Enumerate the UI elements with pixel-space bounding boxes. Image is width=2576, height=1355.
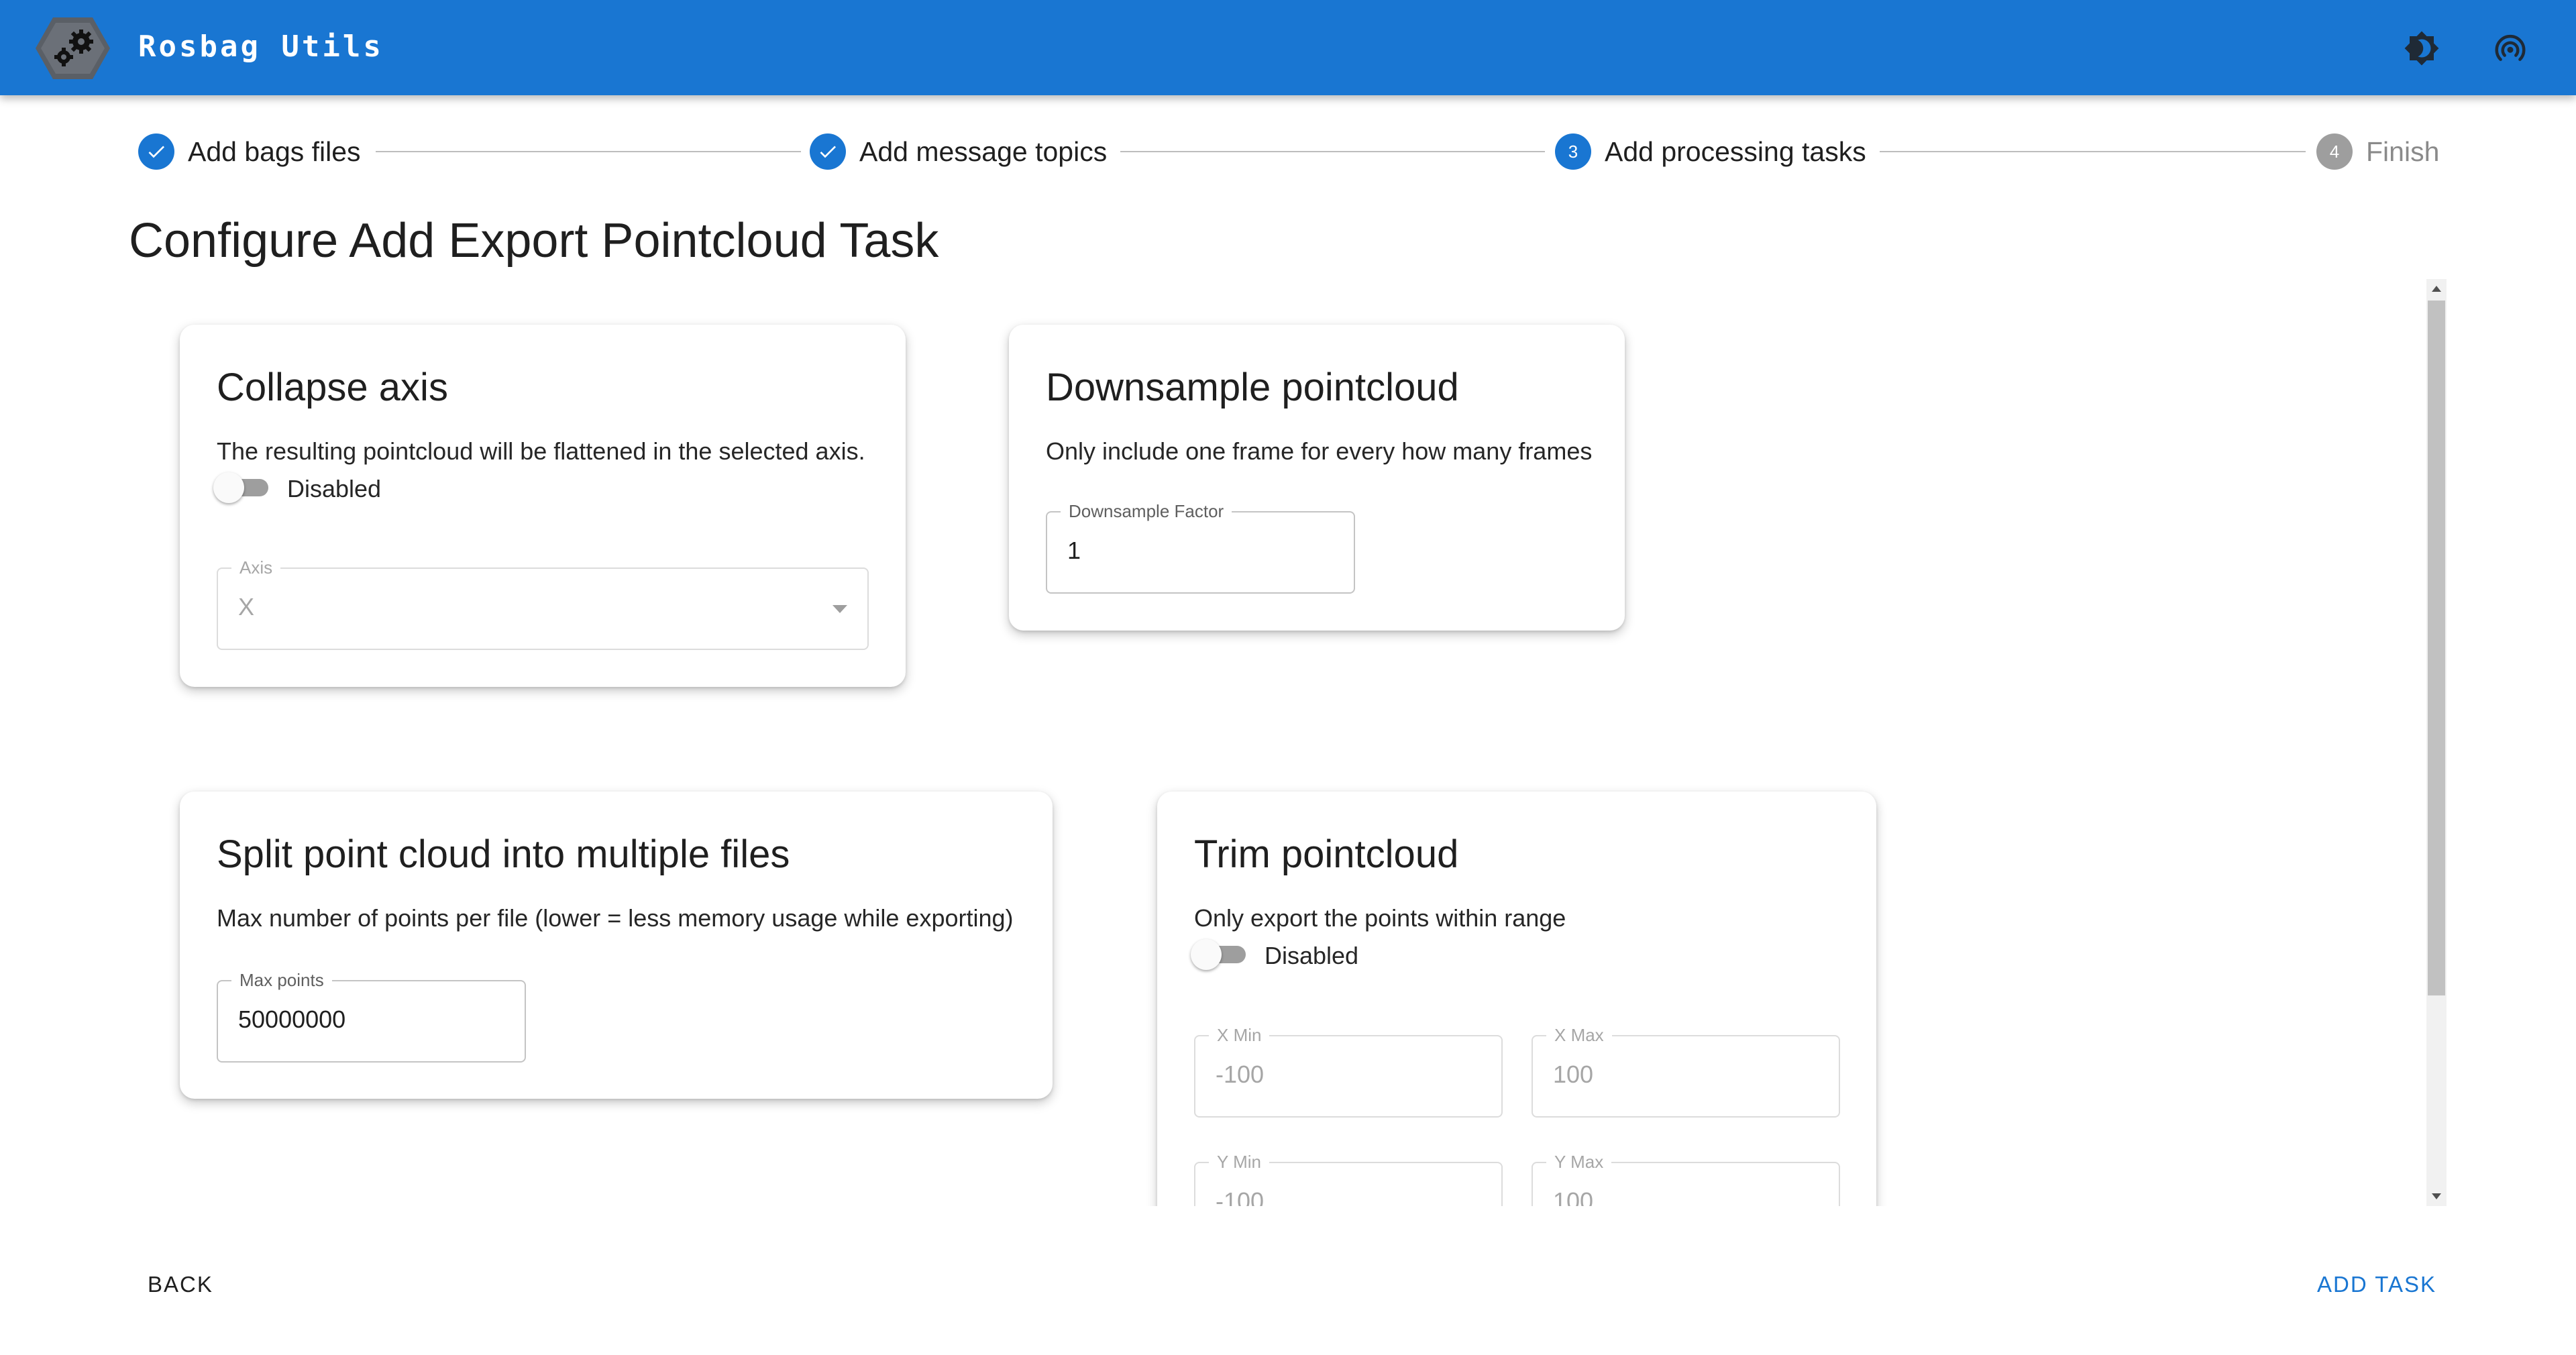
scroll-up-arrow-icon[interactable] [2432,286,2441,292]
x-min-field[interactable]: X Min [1194,1025,1503,1118]
collapse-axis-toggle[interactable] [213,470,274,504]
downsample-factor-field[interactable]: Downsample Factor [1046,501,1355,594]
step-add-bags-files: Add bags files [138,131,361,172]
step-add-processing-tasks: 3 Add processing tasks [1555,131,1866,172]
ros-connection-icon[interactable] [2491,30,2529,67]
max-points-field[interactable]: Max points [217,970,526,1063]
stepper: Add bags files Add message topics 3 Add … [138,131,2439,172]
x-max-field[interactable]: X Max [1532,1025,1840,1118]
step-number-badge: 4 [2316,133,2353,170]
scroll-down-arrow-icon[interactable] [2432,1193,2441,1199]
step-finish: 4 Finish [2316,131,2439,172]
card-title: Split point cloud into multiple files [217,832,790,876]
select-value: X [238,593,255,620]
card-title: Trim pointcloud [1194,832,1459,876]
app-bar: Rosbag Utils [0,0,2576,95]
toggle-label: Disabled [1265,942,1359,969]
downsample-card: Downsample pointcloud Only include one f… [1009,325,1625,631]
split-pointcloud-card: Split point cloud into multiple files Ma… [180,792,1053,1099]
step-label: Add processing tasks [1605,136,1866,167]
downsample-factor-input[interactable] [1067,537,1313,565]
y-max-input[interactable] [1553,1187,1798,1206]
y-min-input[interactable] [1216,1187,1460,1206]
gears-logo-icon [34,15,111,82]
step-connector [1120,151,1545,152]
x-max-input[interactable] [1553,1061,1798,1089]
toggle-thumb [213,472,244,503]
add-task-button[interactable]: ADD TASK [2310,1268,2443,1301]
trim-toggle[interactable] [1191,936,1251,971]
app-title: Rosbag Utils [138,30,384,64]
step-connector [1880,151,2306,152]
y-max-field[interactable]: Y Max [1532,1152,1840,1206]
check-icon [810,133,846,170]
app-root: Rosbag Utils Add bags files Add message … [0,0,2576,1355]
collapse-axis-card: Collapse axis The resulting pointcloud w… [180,325,906,687]
axis-select[interactable]: Axis X [217,557,869,650]
toggle-thumb [1191,939,1222,970]
card-title: Downsample pointcloud [1046,366,1459,409]
card-description: Only export the points within range [1194,904,1566,932]
step-label: Finish [2366,136,2440,167]
step-label: Add message topics [859,136,1108,167]
back-button[interactable]: BACK [141,1268,220,1301]
field-label: Y Max [1546,1152,1612,1173]
toggle-label: Disabled [287,475,382,502]
field-label: X Min [1209,1025,1270,1046]
step-connector [376,151,801,152]
card-description: Max number of points per file (lower = l… [217,904,1014,932]
step-label: Add bags files [188,136,361,167]
x-min-input[interactable] [1216,1061,1460,1089]
trim-pointcloud-card: Trim pointcloud Only export the points w… [1157,792,1876,1206]
field-label: Max points [231,970,332,991]
y-min-field[interactable]: Y Min [1194,1152,1503,1206]
step-add-message-topics: Add message topics [810,131,1107,172]
card-description: Only include one frame for every how man… [1046,437,1593,465]
card-title: Collapse axis [217,366,448,409]
check-icon [138,133,174,170]
dropdown-arrow-icon [833,605,847,613]
field-label: Downsample Factor [1061,501,1232,522]
field-label: Y Min [1209,1152,1269,1173]
task-config-scroll-area[interactable]: Collapse axis The resulting pointcloud w… [129,279,2447,1206]
vertical-scrollbar[interactable] [2426,279,2447,1206]
field-label: X Max [1546,1025,1612,1046]
card-description: The resulting pointcloud will be flatten… [217,437,865,465]
step-number-badge: 3 [1555,133,1591,170]
field-label: Axis [231,557,281,578]
scrollbar-thumb[interactable] [2428,301,2445,995]
page-title: Configure Add Export Pointcloud Task [129,214,939,268]
theme-toggle-icon[interactable] [2403,30,2440,67]
max-points-input[interactable] [238,1006,484,1034]
